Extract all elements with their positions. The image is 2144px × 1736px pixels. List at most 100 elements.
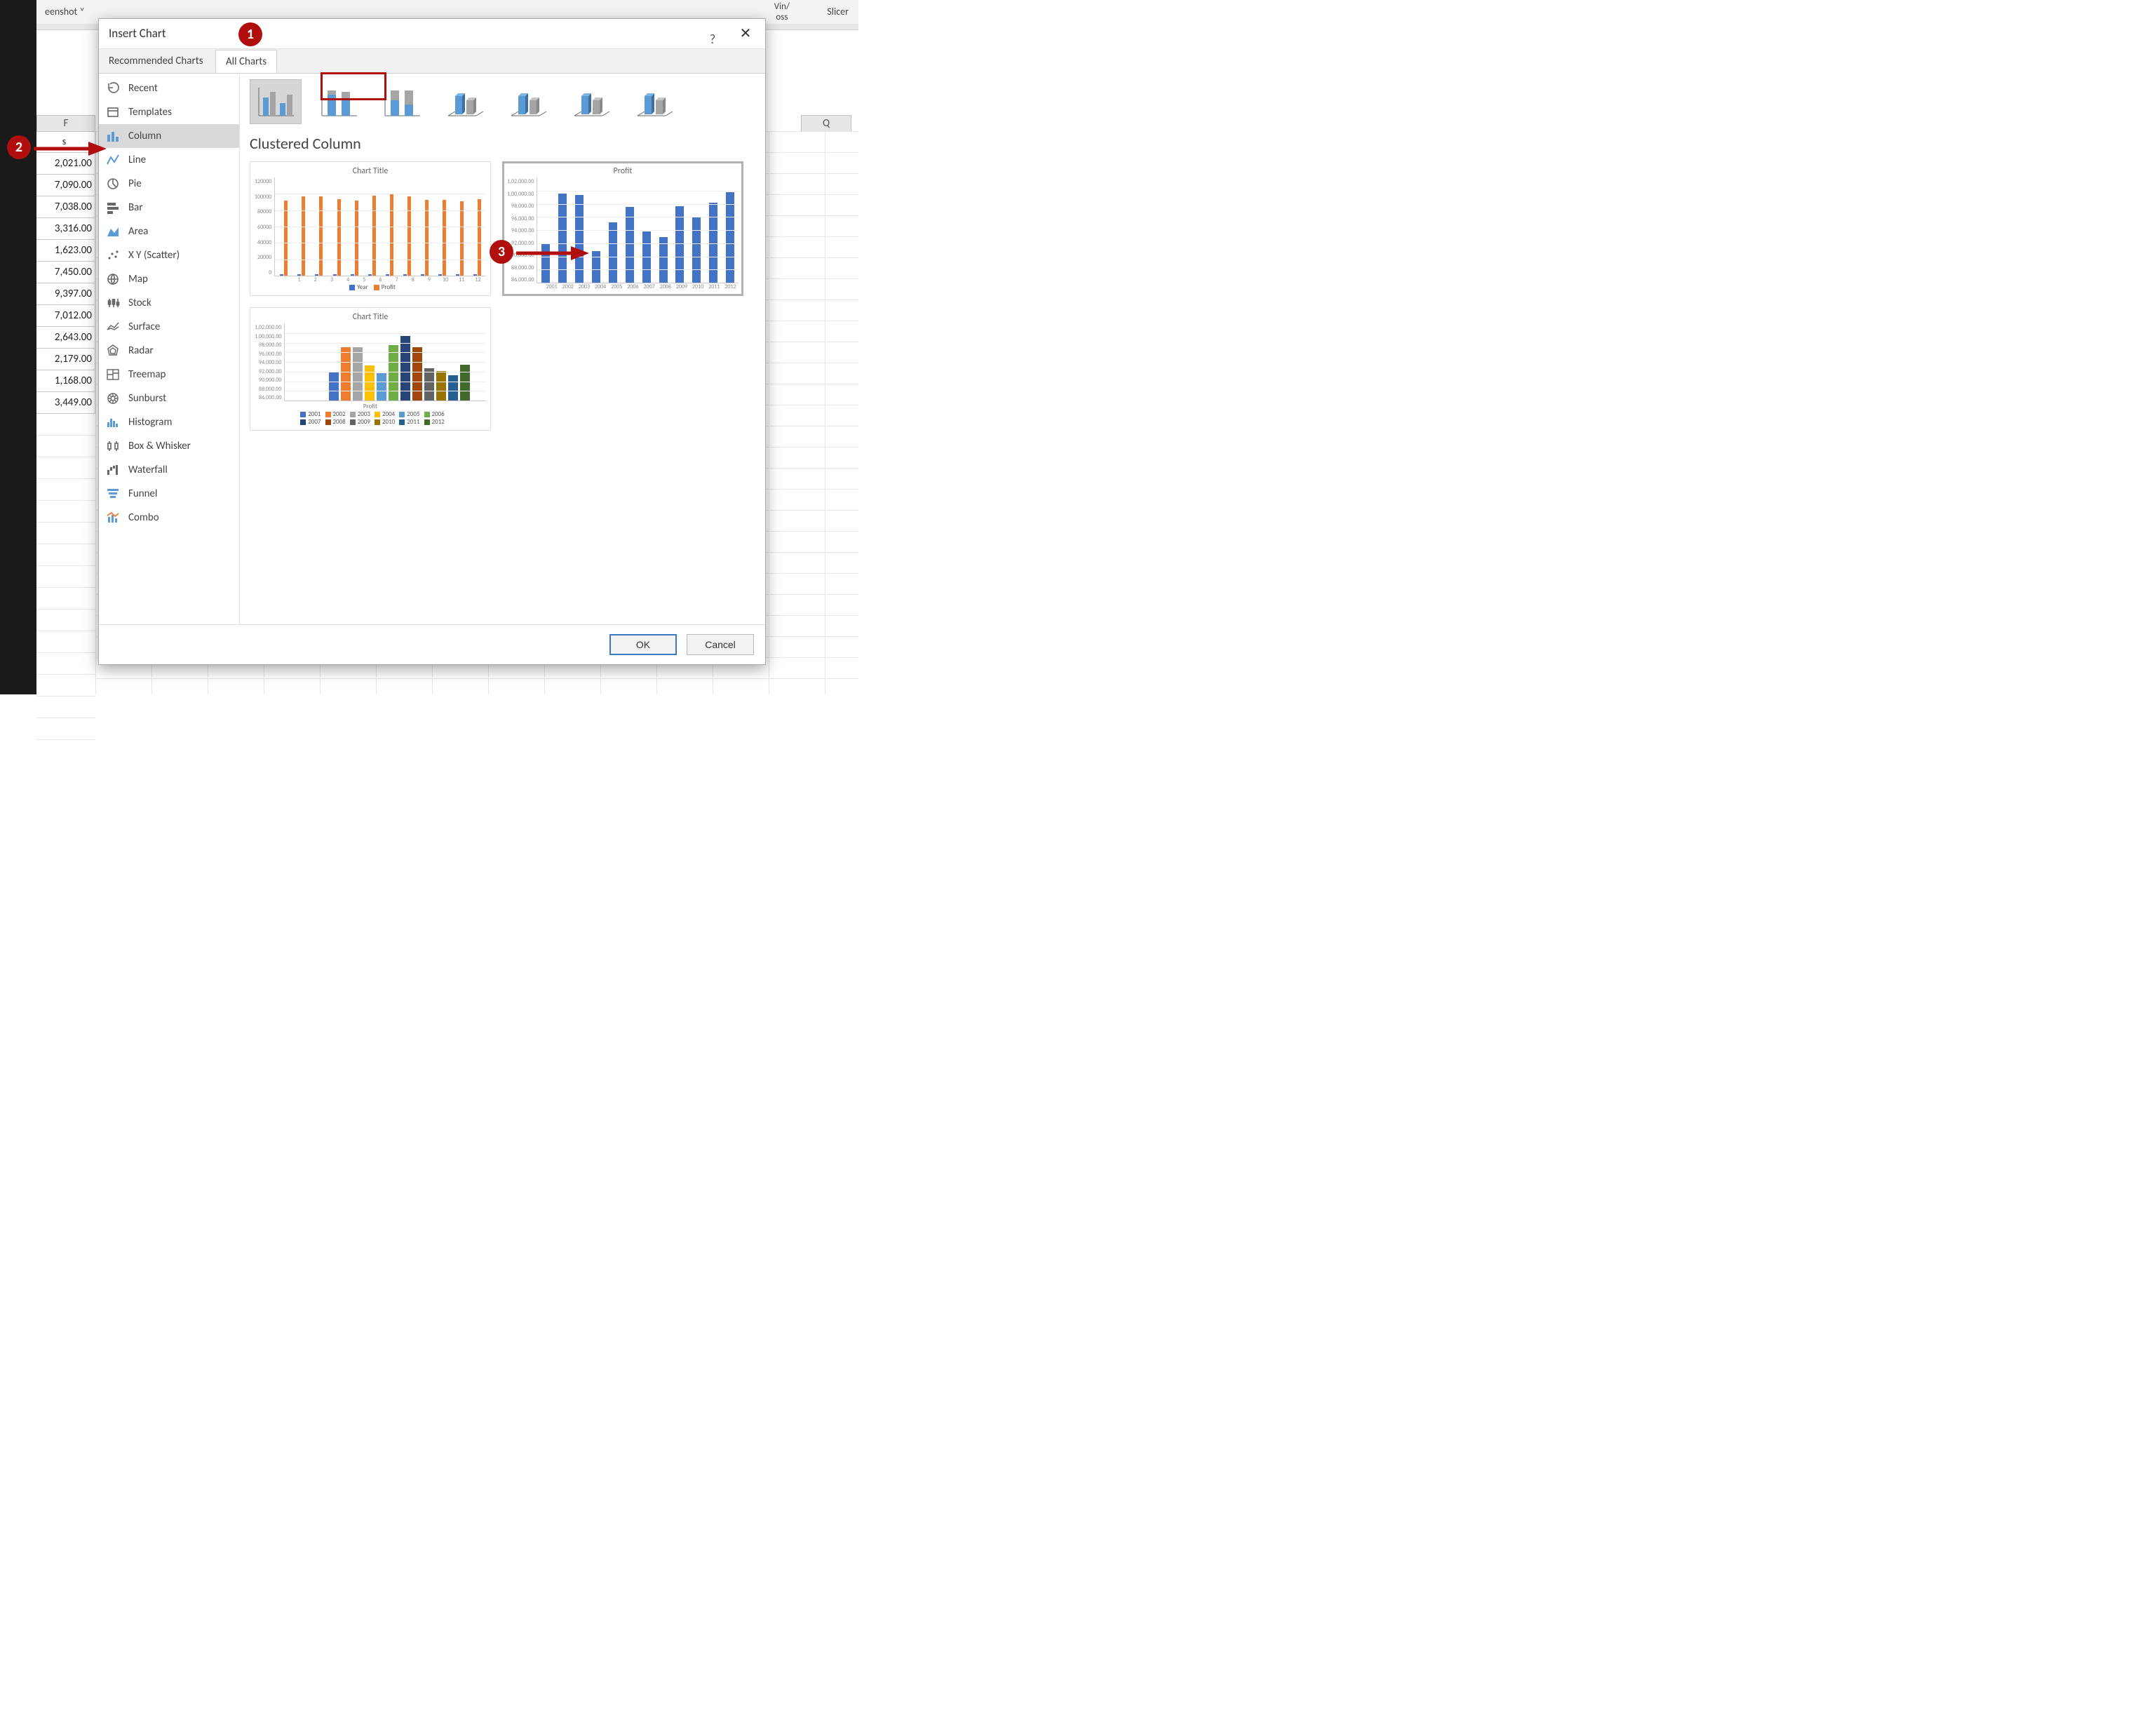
- cell[interactable]: 2,179.00: [36, 349, 95, 370]
- bar: [372, 196, 376, 276]
- cell[interactable]: 7,090.00: [36, 175, 95, 196]
- chart-preview-3[interactable]: Chart Title 1,02,000.001,00,000.0098,000…: [250, 307, 491, 431]
- legend-label: 2012: [432, 418, 445, 426]
- bar: [351, 274, 354, 276]
- sidebar-item-box-whisker[interactable]: Box & Whisker: [99, 434, 239, 458]
- sidebar-item-templates[interactable]: Templates: [99, 100, 239, 124]
- legend-swatch-icon: [374, 285, 379, 290]
- box-whisker-icon: [106, 439, 120, 453]
- sidebar-item-funnel[interactable]: Funnel: [99, 482, 239, 506]
- bar: [448, 375, 458, 401]
- x-axis-labels: 123456789101112: [291, 276, 486, 283]
- tab-recommended-charts[interactable]: Recommended Charts: [99, 50, 213, 72]
- legend-label: 2007: [308, 418, 321, 426]
- slicer-button[interactable]: Slicer: [827, 6, 849, 18]
- subtype-stacked-column[interactable]: [313, 79, 365, 124]
- subtype-3d-stacked-column[interactable]: [502, 79, 554, 124]
- legend-swatch-icon: [325, 412, 331, 417]
- y-axis-labels: 1,02,000.001,00,000.0098,000.0096,000.00…: [255, 324, 284, 401]
- annotation-callout-3: 3: [490, 240, 513, 264]
- preview-title: Chart Title: [255, 312, 486, 322]
- sidebar-item-sunburst[interactable]: Sunburst: [99, 386, 239, 410]
- cancel-button[interactable]: Cancel: [687, 634, 754, 655]
- sidebar-item-label: Box & Whisker: [128, 440, 191, 452]
- bar-area: [284, 323, 486, 401]
- legend-label: 2008: [333, 418, 346, 426]
- cell[interactable]: 3,316.00: [36, 218, 95, 240]
- subtype-clustered-column[interactable]: [250, 79, 302, 124]
- sidebar-item-area[interactable]: Area: [99, 220, 239, 243]
- sidebar-item-line[interactable]: Line: [99, 148, 239, 172]
- bar: [407, 196, 411, 276]
- cell[interactable]: 7,012.00: [36, 305, 95, 327]
- bar: [675, 206, 684, 283]
- axis-title: Profit: [255, 403, 486, 410]
- ok-button[interactable]: OK: [609, 634, 677, 655]
- cell[interactable]: 2,643.00: [36, 327, 95, 349]
- cell[interactable]: 1,623.00: [36, 240, 95, 262]
- sidebar-item-recent[interactable]: Recent: [99, 76, 239, 100]
- bar-icon: [106, 201, 120, 215]
- recent-icon: [106, 81, 120, 95]
- 3d-clustered-column-icon: [445, 85, 485, 119]
- chart-subtype-title: Clustered Column: [250, 134, 755, 153]
- bar: [626, 207, 634, 283]
- tab-all-charts[interactable]: All Charts: [215, 50, 277, 73]
- screenshot-button[interactable]: eenshot ˅: [45, 6, 85, 18]
- pie-icon: [106, 177, 120, 191]
- sidebar-item-combo[interactable]: Combo: [99, 506, 239, 530]
- chart-preview-1[interactable]: Chart Title 1200001000008000060000400002…: [250, 161, 491, 296]
- 3d-column-icon: [635, 85, 674, 119]
- bar: [315, 274, 318, 276]
- legend-swatch-icon: [399, 412, 405, 417]
- sidebar-item-label: Templates: [128, 106, 172, 119]
- sidebar-item-bar[interactable]: Bar: [99, 196, 239, 220]
- bar: [692, 217, 701, 283]
- column-header[interactable]: F: [36, 115, 95, 132]
- bar: [473, 274, 477, 276]
- sidebar-item-label: Column: [128, 130, 161, 142]
- sidebar-item-map[interactable]: Map: [99, 267, 239, 291]
- sidebar-item-histogram[interactable]: Histogram: [99, 410, 239, 434]
- sidebar-item-stock[interactable]: Stock: [99, 291, 239, 315]
- cell-range[interactable]: s2,021.007,090.007,038.003,316.001,623.0…: [36, 131, 95, 740]
- cell[interactable]: 9,397.00: [36, 283, 95, 305]
- legend-swatch-icon: [424, 412, 430, 417]
- subtype-100-stacked-column[interactable]: [376, 79, 428, 124]
- sidebar-item-waterfall[interactable]: Waterfall: [99, 458, 239, 482]
- sidebar-item-label: Recent: [128, 82, 158, 95]
- annotation-callout-1: 1: [238, 22, 262, 46]
- column-header[interactable]: Q: [801, 115, 851, 132]
- sidebar-item-label: X Y (Scatter): [128, 249, 180, 262]
- help-button[interactable]: ?: [702, 25, 723, 54]
- sidebar-item-column[interactable]: Column: [99, 124, 239, 148]
- sidebar-item-pie[interactable]: Pie: [99, 172, 239, 196]
- chart-preview-2[interactable]: Profit 1,02,000.001,00,000.0098,000.0096…: [502, 161, 743, 296]
- legend-label: Profit: [382, 283, 396, 291]
- win-loss-button[interactable]: Vin/ oss: [774, 1, 790, 22]
- legend-label: 2002: [333, 410, 346, 418]
- legend-label: 2001: [308, 410, 321, 418]
- close-button[interactable]: ✕: [734, 23, 757, 44]
- sidebar-item-treemap[interactable]: Treemap: [99, 363, 239, 386]
- stock-icon: [106, 296, 120, 310]
- preview-title: Profit: [507, 166, 739, 176]
- subtype-3d-column[interactable]: [628, 79, 680, 124]
- 3d-stacked-column-icon: [508, 85, 548, 119]
- cell[interactable]: 1,168.00: [36, 370, 95, 392]
- dialog-title: Insert Chart: [109, 26, 166, 41]
- annotation-callout-2: 2: [7, 135, 31, 159]
- cell[interactable]: 3,449.00: [36, 392, 95, 414]
- subtype-3d-clustered-column[interactable]: [439, 79, 491, 124]
- subtype-3d-100-stacked-column[interactable]: [565, 79, 617, 124]
- sidebar-item-label: Bar: [128, 201, 143, 214]
- sidebar-item-x-y-scatter-[interactable]: X Y (Scatter): [99, 243, 239, 267]
- cell[interactable]: 7,450.00: [36, 262, 95, 283]
- bar: [386, 274, 389, 276]
- cell[interactable]: 7,038.00: [36, 196, 95, 218]
- sidebar-item-surface[interactable]: Surface: [99, 315, 239, 339]
- bar: [377, 373, 386, 401]
- sidebar-item-label: Sunburst: [128, 392, 166, 405]
- sidebar-item-radar[interactable]: Radar: [99, 339, 239, 363]
- bar: [368, 274, 372, 276]
